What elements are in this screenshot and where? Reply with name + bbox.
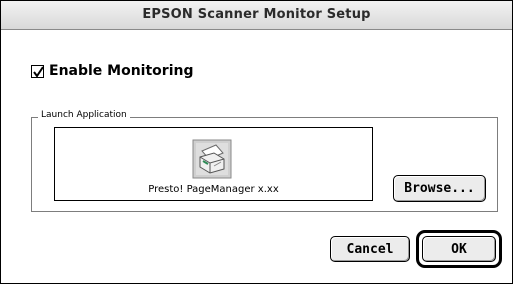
window-title: EPSON Scanner Monitor Setup	[142, 7, 371, 22]
browse-button[interactable]: Browse...	[393, 175, 486, 202]
checkmark-icon	[33, 65, 44, 78]
application-name: Presto! PageManager x.xx	[148, 184, 279, 195]
enable-monitoring-label[interactable]: Enable Monitoring	[49, 63, 193, 79]
ok-button[interactable]: OK	[422, 236, 496, 262]
title-bar[interactable]: EPSON Scanner Monitor Setup	[1, 1, 512, 30]
cancel-button[interactable]: Cancel	[330, 236, 410, 262]
scanner-app-icon	[192, 139, 232, 179]
enable-monitoring-row[interactable]: Enable Monitoring	[31, 61, 193, 81]
launch-application-label: Launch Application	[38, 110, 130, 120]
enable-monitoring-checkbox[interactable]	[31, 64, 44, 78]
